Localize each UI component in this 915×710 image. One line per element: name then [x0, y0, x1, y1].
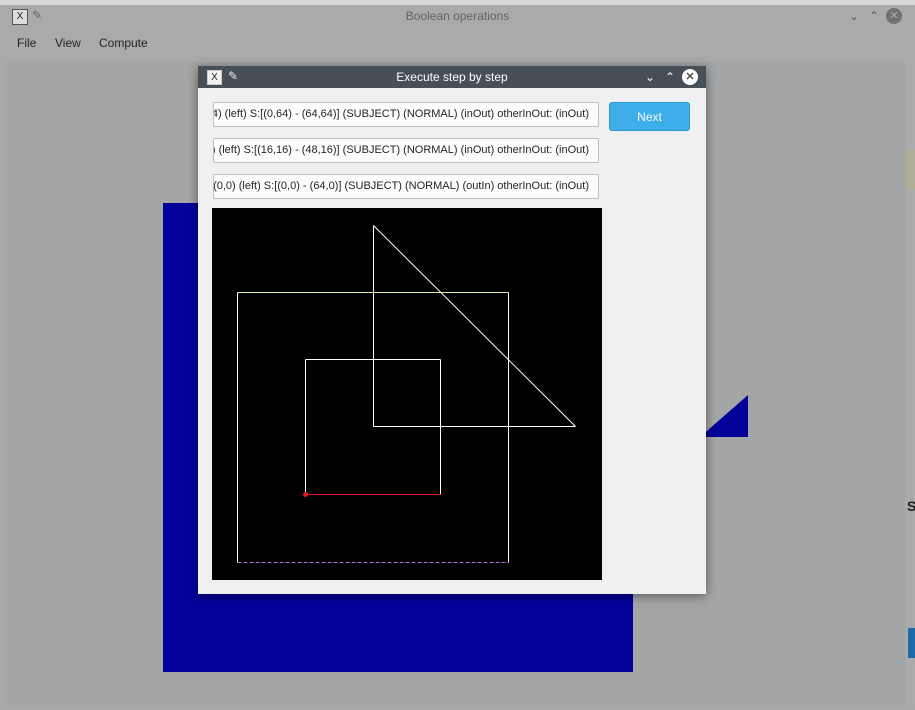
close-icon[interactable]: ✕: [682, 69, 698, 85]
menubar: File View Compute: [0, 27, 915, 57]
menu-compute[interactable]: Compute: [99, 36, 148, 50]
event-field-1[interactable]: (0,64) (left) S:[(0,64) - (64,64)] (SUBJ…: [213, 102, 599, 127]
maximize-icon[interactable]: ⌃: [866, 8, 882, 24]
next-button[interactable]: Next: [609, 102, 690, 131]
right-panel-band: [905, 150, 915, 190]
event-field-3[interactable]: (0,0) (left) S:[(0,0) - (64,0)] (SUBJECT…: [213, 174, 599, 199]
segment-tri-hyp: [373, 225, 576, 427]
minimize-icon[interactable]: ⌄: [642, 69, 658, 85]
close-icon[interactable]: ✕: [886, 8, 902, 24]
main-titlebar: X ✎ Boolean operations ⌄ ⌃ ✕: [0, 5, 915, 27]
menu-file[interactable]: File: [17, 36, 36, 50]
menu-view[interactable]: View: [55, 36, 81, 50]
main-window-title: Boolean operations: [405, 9, 510, 23]
event-text-3: (0,0) (left) S:[(0,0) - (64,0)] (SUBJECT…: [213, 180, 589, 192]
event-text-1: (0,64) (left) S:[(0,64) - (64,64)] (SUBJ…: [213, 108, 589, 120]
maximize-icon[interactable]: ⌃: [662, 69, 678, 85]
right-panel-heading-fragment: S: [907, 498, 915, 514]
dialog-titlebar: X ✎ Execute step by step ⌄ ⌃ ✕: [198, 66, 706, 88]
step-dialog: X ✎ Execute step by step ⌄ ⌃ ✕ (0,64) (l…: [198, 66, 706, 594]
event-field-2[interactable]: (16,16) (left) S:[(16,16) - (48,16)] (SU…: [213, 138, 599, 163]
event-text-2: (16,16) (left) S:[(16,16) - (48,16)] (SU…: [213, 144, 589, 156]
dialog-title: Execute step by step: [396, 70, 508, 84]
current-event-point: [303, 492, 308, 497]
right-panel-button[interactable]: [908, 628, 915, 658]
minimize-icon[interactable]: ⌄: [846, 8, 862, 24]
clipping-polygon-triangle: [700, 395, 748, 437]
sweep-canvas: [212, 208, 602, 580]
sweep-canvas-svg: [237, 225, 576, 563]
